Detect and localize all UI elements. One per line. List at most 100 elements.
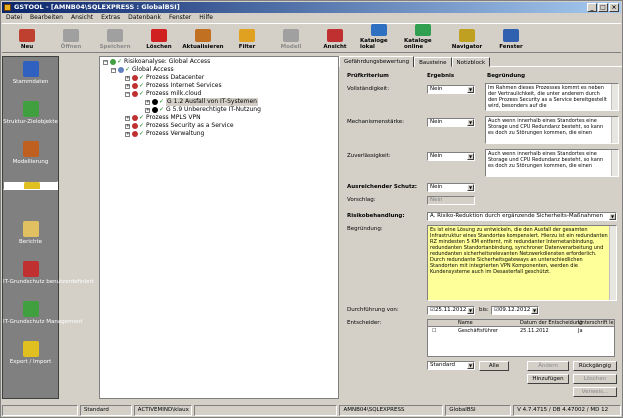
- collapse-icon[interactable]: −: [111, 67, 116, 73]
- edit-button[interactable]: Ändern: [527, 361, 569, 371]
- save-icon: [107, 29, 123, 42]
- toolbar-save-button[interactable]: Speichern: [96, 24, 134, 52]
- reliability-reason[interactable]: Auch wenn innerhalb eines Standortes ein…: [485, 149, 619, 177]
- app-icon: [4, 4, 11, 11]
- tab-modules[interactable]: Bausteine: [414, 57, 452, 67]
- toolbar-view-button[interactable]: Ansicht: [316, 24, 354, 52]
- menu-hilfe[interactable]: Hilfe: [199, 13, 213, 23]
- sidebar-item-custom-baseline[interactable]: IT-Grundschutz benutzerdefiniert: [3, 261, 94, 286]
- undo-button[interactable]: Rückgängig: [573, 361, 617, 371]
- status-panel: Standard: [79, 405, 132, 416]
- menu-bearbeiten[interactable]: Bearbeiten: [30, 13, 63, 23]
- chevron-down-icon: ▼: [467, 153, 474, 160]
- date-from-picker[interactable]: ☑25.11.2012 ▼: [427, 306, 475, 315]
- expand-icon[interactable]: +: [145, 107, 150, 113]
- add-button[interactable]: Hinzufügen: [527, 374, 569, 384]
- tree-node-process[interactable]: + ✓ Prozess Datacenter: [125, 74, 204, 82]
- sidebar-item-structure[interactable]: Struktur-Zielobjekte: [3, 101, 58, 126]
- tree-node-process[interactable]: + ✓ Prozess Security as a Service: [125, 122, 234, 130]
- check-icon: ✓: [139, 122, 145, 129]
- expand-icon[interactable]: +: [125, 83, 130, 89]
- sidebar-item-export-import[interactable]: Export / Import: [3, 341, 58, 366]
- tree-node-process[interactable]: − ✓ Prozess milk.cloud: [125, 90, 201, 98]
- toolbar-open-button[interactable]: Öffnen: [52, 24, 90, 52]
- chevron-down-icon: ▼: [467, 86, 474, 93]
- completeness-select[interactable]: Nein ▼: [427, 85, 475, 94]
- expand-icon[interactable]: +: [125, 115, 130, 121]
- scrollbar[interactable]: [611, 84, 618, 110]
- process-icon: [132, 75, 138, 81]
- column-header[interactable]: Unterschrift le: [578, 320, 614, 327]
- menu-extras[interactable]: Extras: [101, 13, 120, 23]
- tree-node-root[interactable]: − ✓ Risikoanalyse: Global Access: [103, 58, 210, 66]
- tree-node-process[interactable]: + ✓ Prozess MPLS VPN: [125, 114, 201, 122]
- close-button[interactable]: ×: [609, 3, 619, 12]
- window-icon: [503, 29, 519, 42]
- sidebar-item-reports[interactable]: Berichte: [3, 221, 58, 246]
- column-header[interactable]: Datum der Entscheidung: [520, 320, 582, 327]
- completeness-reason[interactable]: Im Rahmen dieses Prozesses kommt es nebe…: [485, 83, 619, 111]
- menu-datei[interactable]: Datei: [6, 13, 22, 23]
- tree-node-process[interactable]: + ✓ Prozess Verwaltung: [125, 130, 204, 138]
- status-panel: AMNB04\SQLEXPRESS: [339, 405, 444, 416]
- tree-node-process[interactable]: + ✓ Prozess Internet Services: [125, 82, 222, 90]
- chevron-down-icon: ▼: [467, 307, 474, 314]
- sidebar-item-management[interactable]: IT-Grundschutz Management: [3, 301, 83, 326]
- sidebar-item-master-data[interactable]: Stammdaten: [3, 61, 58, 86]
- toolbar-label: Filter: [238, 44, 256, 50]
- tree-node-threat[interactable]: + ✓ G 5.9 Unberechtigte IT-Nutzung: [145, 106, 261, 114]
- expand-icon[interactable]: +: [125, 123, 130, 129]
- toolbar-new-button[interactable]: Neu: [8, 24, 46, 52]
- all-button[interactable]: Alle: [479, 361, 509, 371]
- toolbar-label: Öffnen: [60, 44, 82, 50]
- tree-node-threat[interactable]: + ✓ G 1.2 Ausfall von IT-Systemen: [145, 98, 258, 106]
- view-standard-select[interactable]: Standard ▼: [427, 361, 475, 370]
- risk-reason-text[interactable]: Es ist eine Lösung zu entwickeln, die de…: [427, 225, 617, 301]
- link-button[interactable]: Verweis...: [573, 387, 617, 397]
- sidebar-item-modeling[interactable]: Modellierung: [3, 141, 58, 166]
- risk-treatment-select[interactable]: A. Risiko-Reduktion durch ergänzende Sic…: [427, 212, 617, 221]
- maximize-button[interactable]: □: [598, 3, 608, 12]
- toolbar-filter-button[interactable]: Filter: [228, 24, 266, 52]
- toolbar-window-button[interactable]: Fenster: [492, 24, 530, 52]
- minimize-button[interactable]: _: [587, 3, 597, 12]
- collapse-icon[interactable]: −: [125, 91, 130, 97]
- expand-icon[interactable]: +: [125, 75, 130, 81]
- sidebar-item-risk-analysis[interactable]: Risikoanalyse: [3, 181, 58, 190]
- expand-icon[interactable]: +: [125, 131, 130, 137]
- tab-strip: Gefährdungsbewertung Bausteine Notizbloc…: [339, 56, 622, 67]
- table-cell: 25.11.2012: [520, 328, 549, 334]
- column-header[interactable]: Name: [458, 320, 473, 327]
- delete-button[interactable]: Löschen: [573, 374, 617, 384]
- menu-datenbank[interactable]: Datenbank: [128, 13, 161, 23]
- management-icon: [22, 301, 39, 317]
- tab-threat-assessment[interactable]: Gefährdungsbewertung: [339, 56, 415, 67]
- date-to-picker[interactable]: ☑09.12.2012 ▼: [491, 306, 539, 315]
- tab-notepad[interactable]: Notizblock: [451, 57, 491, 67]
- toolbar-model-button[interactable]: Modell: [272, 24, 310, 52]
- toolbar-delete-button[interactable]: Löschen: [140, 24, 178, 52]
- scrollbar[interactable]: [611, 150, 618, 176]
- reliability-select[interactable]: Nein ▼: [427, 152, 475, 161]
- toolbar: Neu Öffnen Speichern Löschen Aktualisieren Fi…: [2, 23, 621, 53]
- mechanism-strength-select[interactable]: Nein ▼: [427, 118, 475, 127]
- chevron-down-icon: ▼: [467, 119, 474, 126]
- toolbar-refresh-button[interactable]: Aktualisieren: [182, 24, 224, 52]
- menu-ansicht[interactable]: Ansicht: [71, 13, 93, 23]
- collapse-icon[interactable]: −: [103, 59, 108, 65]
- tree-node-global-access[interactable]: − ✓ Global Access: [111, 66, 174, 74]
- status-ok-icon: [110, 59, 116, 65]
- mechanism-strength-reason[interactable]: Auch wenn innerhalb eines Standortes ein…: [485, 116, 619, 144]
- navigation-sidebar: Stammdaten Struktur-Zielobjekte Modellieru…: [2, 56, 94, 399]
- sufficient-protection-select[interactable]: Nein ▼: [427, 183, 475, 192]
- toolbar-catalog-online-button[interactable]: Kataloge online: [404, 24, 442, 52]
- scrollbar[interactable]: [609, 226, 616, 300]
- menu-fenster[interactable]: Fenster: [169, 13, 191, 23]
- scrollbar[interactable]: [611, 117, 618, 143]
- row-checkbox[interactable]: ☐: [432, 328, 436, 335]
- threat-icon: [152, 99, 158, 105]
- sidebar-item-label: Struktur-Zielobjekte: [3, 119, 58, 125]
- expand-icon[interactable]: +: [145, 99, 150, 105]
- toolbar-navigator-button[interactable]: Navigator: [448, 24, 486, 52]
- toolbar-catalog-local-button[interactable]: Kataloge lokal: [360, 24, 398, 52]
